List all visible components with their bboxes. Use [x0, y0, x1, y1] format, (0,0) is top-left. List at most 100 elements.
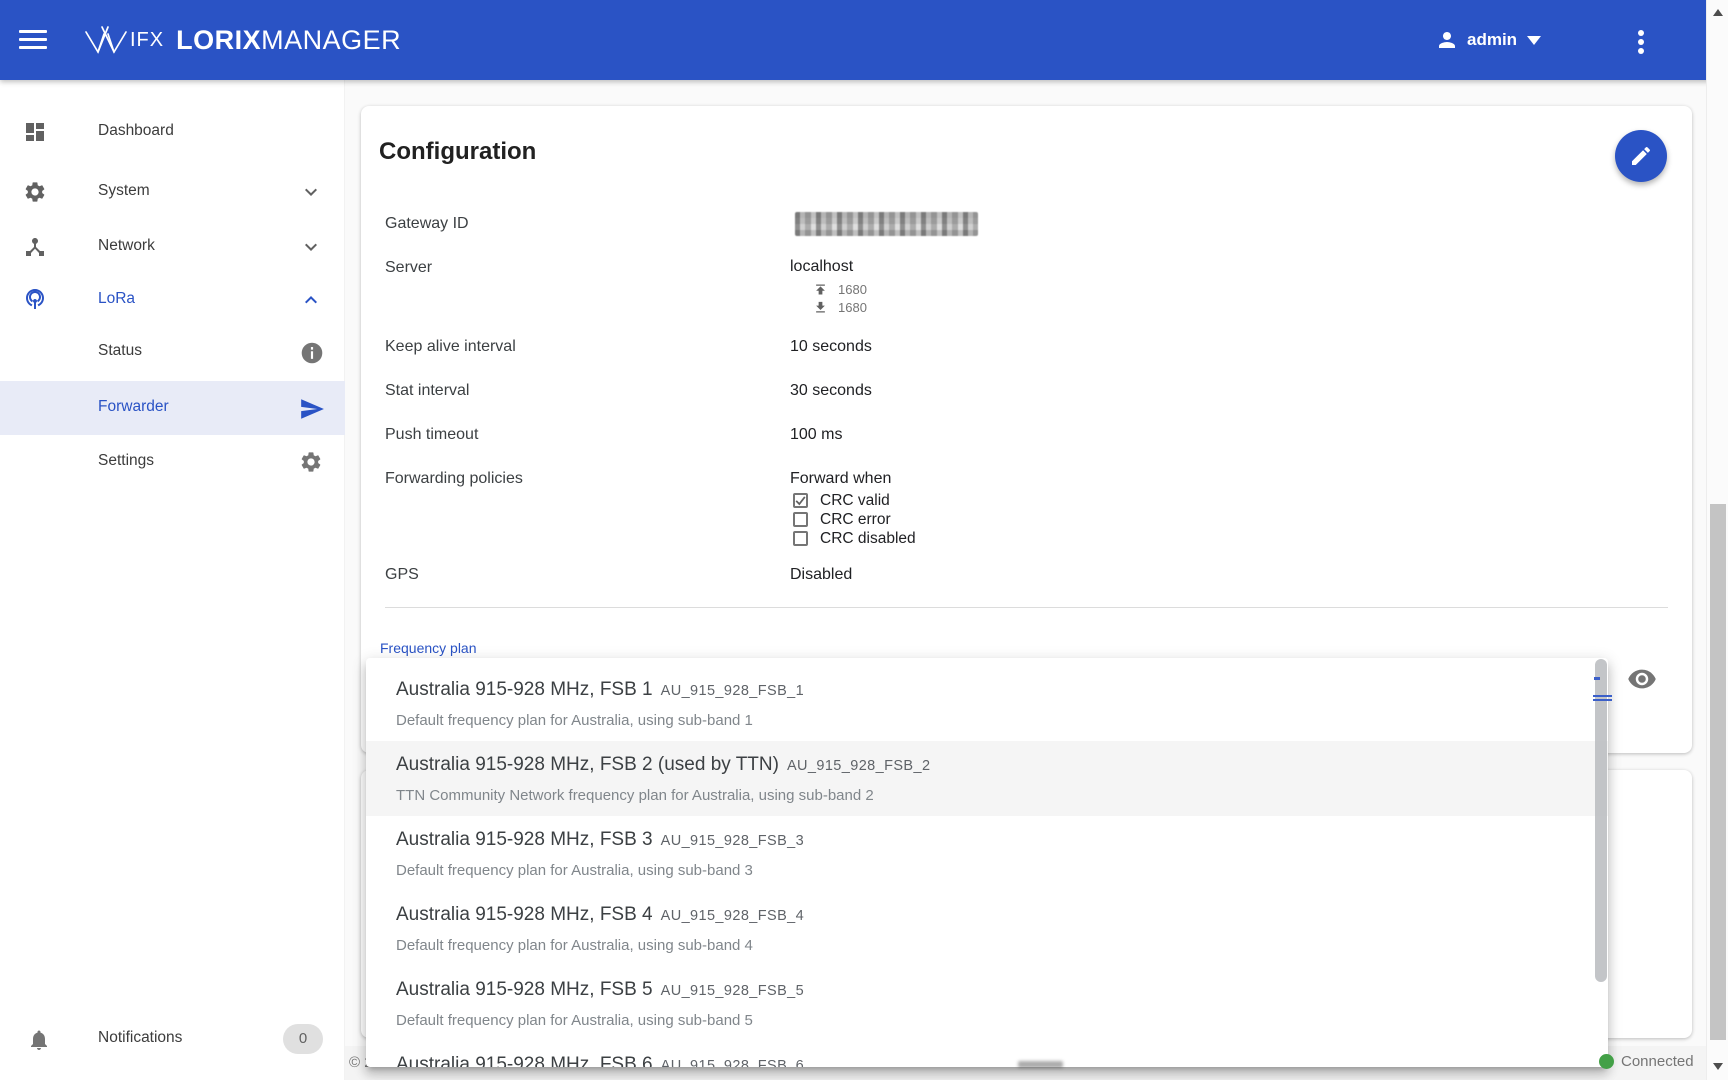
- sidebar-item-notifications[interactable]: Notifications 0: [0, 1012, 345, 1066]
- crc-error-row: CRC error: [793, 510, 891, 529]
- antenna-icon: [23, 288, 47, 312]
- option-description: Default frequency plan for Australia, us…: [396, 711, 1568, 731]
- notifications-label: Notifications: [98, 1029, 182, 1047]
- option-description: TTN Community Network frequency plan for…: [396, 786, 1568, 806]
- forward-when-heading: Forward when: [790, 470, 891, 488]
- crc-valid-label: CRC valid: [820, 492, 890, 510]
- option-code: AU_915_928_FSB_6: [661, 1058, 804, 1067]
- keep-alive-label: Keep alive interval: [385, 338, 516, 356]
- user-menu[interactable]: admin: [1435, 24, 1541, 56]
- sidebar-item-label: Forwarder: [98, 398, 169, 416]
- gps-value: Disabled: [790, 566, 852, 584]
- brand-product-bold: LORIX: [176, 25, 261, 56]
- sidebar-item-forwarder[interactable]: Forwarder: [0, 381, 345, 435]
- app-logo: IFX LORIXMANAGER: [84, 22, 401, 58]
- top-app-bar: IFX LORIXMANAGER admin: [0, 0, 1728, 80]
- crc-error-label: CRC error: [820, 511, 891, 529]
- frequency-plan-option-2[interactable]: Australia 915-928 MHz, FSB 2 (used by TT…: [366, 741, 1608, 816]
- sidebar-item-network[interactable]: Network: [0, 220, 345, 274]
- frequency-plan-label: Frequency plan: [380, 640, 477, 656]
- gateway-id-value-redacted: [795, 212, 978, 236]
- user-name: admin: [1467, 30, 1517, 50]
- dropdown-scrollbar-thumb[interactable]: [1595, 659, 1607, 982]
- download-icon: [813, 300, 828, 315]
- server-label: Server: [385, 259, 432, 277]
- frequency-plan-option-4[interactable]: Australia 915-928 MHz, FSB 4 AU_915_928_F…: [366, 891, 1608, 966]
- frequency-plan-option-1[interactable]: Australia 915-928 MHz, FSB 1 AU_915_928_F…: [366, 666, 1608, 741]
- option-code: AU_915_928_FSB_2: [787, 758, 930, 774]
- option-title: Australia 915-928 MHz, FSB 4: [396, 904, 653, 925]
- chevron-down-icon: [299, 180, 323, 204]
- sidebar-nav: Dashboard System Network LoRa Status For…: [0, 80, 345, 1080]
- bell-icon: [27, 1027, 51, 1051]
- footer-center-text-clipped: [1018, 1061, 1063, 1068]
- stat-interval-value: 30 seconds: [790, 382, 872, 400]
- scroll-up-arrow[interactable]: [1710, 4, 1726, 20]
- configuration-card: [361, 106, 1692, 753]
- select-underline-fragment: [1593, 699, 1612, 701]
- crc-disabled-label: CRC disabled: [820, 530, 916, 548]
- chevron-down-icon: [1527, 36, 1541, 45]
- sidebar-item-dashboard[interactable]: Dashboard: [0, 105, 345, 159]
- checkbox-crc-valid[interactable]: [793, 493, 808, 508]
- send-icon: [299, 396, 323, 420]
- crc-disabled-row: CRC disabled: [793, 529, 916, 548]
- scroll-down-arrow[interactable]: [1710, 1058, 1726, 1074]
- gear-icon: [299, 450, 323, 474]
- sidebar-item-lora[interactable]: LoRa: [0, 273, 345, 327]
- frequency-plan-option-6[interactable]: Australia 915-928 MHz, FSB 6 AU_915_928_F…: [366, 1041, 1608, 1067]
- dashboard-icon: [23, 120, 47, 144]
- sidebar-item-label: Settings: [98, 452, 154, 470]
- network-hub-icon: [23, 235, 47, 259]
- page-scrollbar[interactable]: [1706, 0, 1728, 1080]
- checkbox-crc-error[interactable]: [793, 512, 808, 527]
- connection-status: Connected: [1599, 1053, 1694, 1070]
- forwarding-policies-label: Forwarding policies: [385, 470, 523, 488]
- frequency-plan-option-3[interactable]: Australia 915-928 MHz, FSB 3 AU_915_928_F…: [366, 816, 1608, 891]
- chevron-up-icon: [299, 288, 323, 312]
- sidebar-item-status[interactable]: Status: [0, 325, 345, 379]
- page-scrollbar-thumb[interactable]: [1710, 504, 1726, 1040]
- option-code: AU_915_928_FSB_1: [661, 683, 804, 699]
- option-description: Default frequency plan for Australia, us…: [396, 1011, 1568, 1031]
- visibility-icon[interactable]: [1627, 664, 1659, 696]
- menu-icon[interactable]: [19, 30, 47, 50]
- app-window: IFX LORIXMANAGER admin Dashboard System …: [0, 0, 1728, 1080]
- sidebar-item-label: LoRa: [98, 290, 135, 308]
- push-timeout-value: 100 ms: [790, 426, 842, 444]
- sidebar-item-system[interactable]: System: [0, 165, 345, 219]
- option-title: Australia 915-928 MHz, FSB 5: [396, 979, 653, 1000]
- connected-dot-icon: [1599, 1054, 1614, 1069]
- checkbox-crc-disabled[interactable]: [793, 531, 808, 546]
- option-code: AU_915_928_FSB_3: [661, 833, 804, 849]
- brand-wordmark-suffix: IFX: [130, 29, 164, 52]
- downlink-port-value: 1680: [838, 300, 867, 315]
- page-title: Configuration: [379, 138, 536, 166]
- option-description: Default frequency plan for Australia, us…: [396, 861, 1568, 881]
- gps-label: GPS: [385, 566, 419, 584]
- frequency-plan-option-5[interactable]: Australia 915-928 MHz, FSB 5 AU_915_928_F…: [366, 966, 1608, 1041]
- sidebar-item-settings[interactable]: Settings: [0, 435, 345, 489]
- uplink-port-value: 1680: [838, 282, 867, 297]
- option-title: Australia 915-928 MHz, FSB 1: [396, 679, 653, 700]
- sidebar-item-label: Dashboard: [98, 122, 174, 140]
- edit-button[interactable]: [1615, 130, 1667, 182]
- stat-interval-label: Stat interval: [385, 382, 469, 400]
- option-title: Australia 915-928 MHz, FSB 3: [396, 829, 653, 850]
- connection-status-label: Connected: [1621, 1053, 1694, 1070]
- server-host-value: localhost: [790, 258, 853, 276]
- wifx-logo-icon: [84, 25, 128, 55]
- push-timeout-label: Push timeout: [385, 426, 478, 444]
- more-options-icon[interactable]: [1630, 28, 1652, 54]
- pencil-icon: [1629, 144, 1653, 168]
- frequency-plan-dropdown: Australia 915-928 MHz, FSB 1 AU_915_928_F…: [366, 658, 1608, 1067]
- option-code: AU_915_928_FSB_4: [661, 908, 804, 924]
- gateway-id-label: Gateway ID: [385, 215, 469, 233]
- section-divider: [385, 607, 1668, 608]
- notifications-count-badge: 0: [283, 1024, 323, 1054]
- crc-valid-row: CRC valid: [793, 491, 890, 510]
- option-title: Australia 915-928 MHz, FSB 6: [396, 1054, 653, 1067]
- select-underline-fragment: [1594, 677, 1600, 680]
- person-icon: [1435, 28, 1459, 52]
- option-code: AU_915_928_FSB_5: [661, 983, 804, 999]
